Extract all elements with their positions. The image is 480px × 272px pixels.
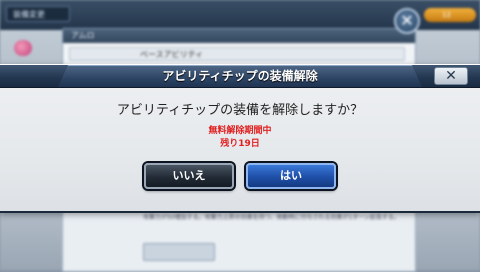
background-close-icon: ✕	[394, 8, 420, 34]
background-currency-badge: 12	[424, 8, 476, 22]
no-button[interactable]: いいえ	[144, 163, 234, 189]
background-lower-button	[143, 243, 215, 261]
yes-button[interactable]: はい	[246, 163, 336, 189]
background-lower-text: 攻撃力が50増加する。攻撃力上昇の効果を持つ、発動時に付与される効果が1ターン延…	[143, 214, 400, 221]
free-period-notice: 無料解除期間中	[208, 126, 272, 136]
confirm-question: アビリティチップの装備を解除しますか？	[116, 103, 364, 118]
background-lower-panel: 攻撃力が50増加する。攻撃力上昇の効果を持つ、発動時に付与される効果が1ターン延…	[62, 206, 416, 272]
background-panel-title: アムロ	[63, 29, 415, 43]
background-back-button: 装備変更	[6, 6, 70, 22]
dialog-title: アビリティチップの装備解除	[162, 69, 318, 83]
remaining-days-notice: 残り19日	[220, 139, 260, 149]
unequip-dialog: アビリティチップの装備解除 ✕ アビリティチップの装備を解除しますか？ 無料解除…	[0, 64, 480, 213]
background-chip-icon	[14, 40, 32, 56]
dialog-header: アビリティチップの装備解除 ✕	[0, 65, 480, 88]
close-button[interactable]: ✕	[434, 67, 468, 85]
background-panel-row: ベースアビリティ	[69, 47, 405, 61]
